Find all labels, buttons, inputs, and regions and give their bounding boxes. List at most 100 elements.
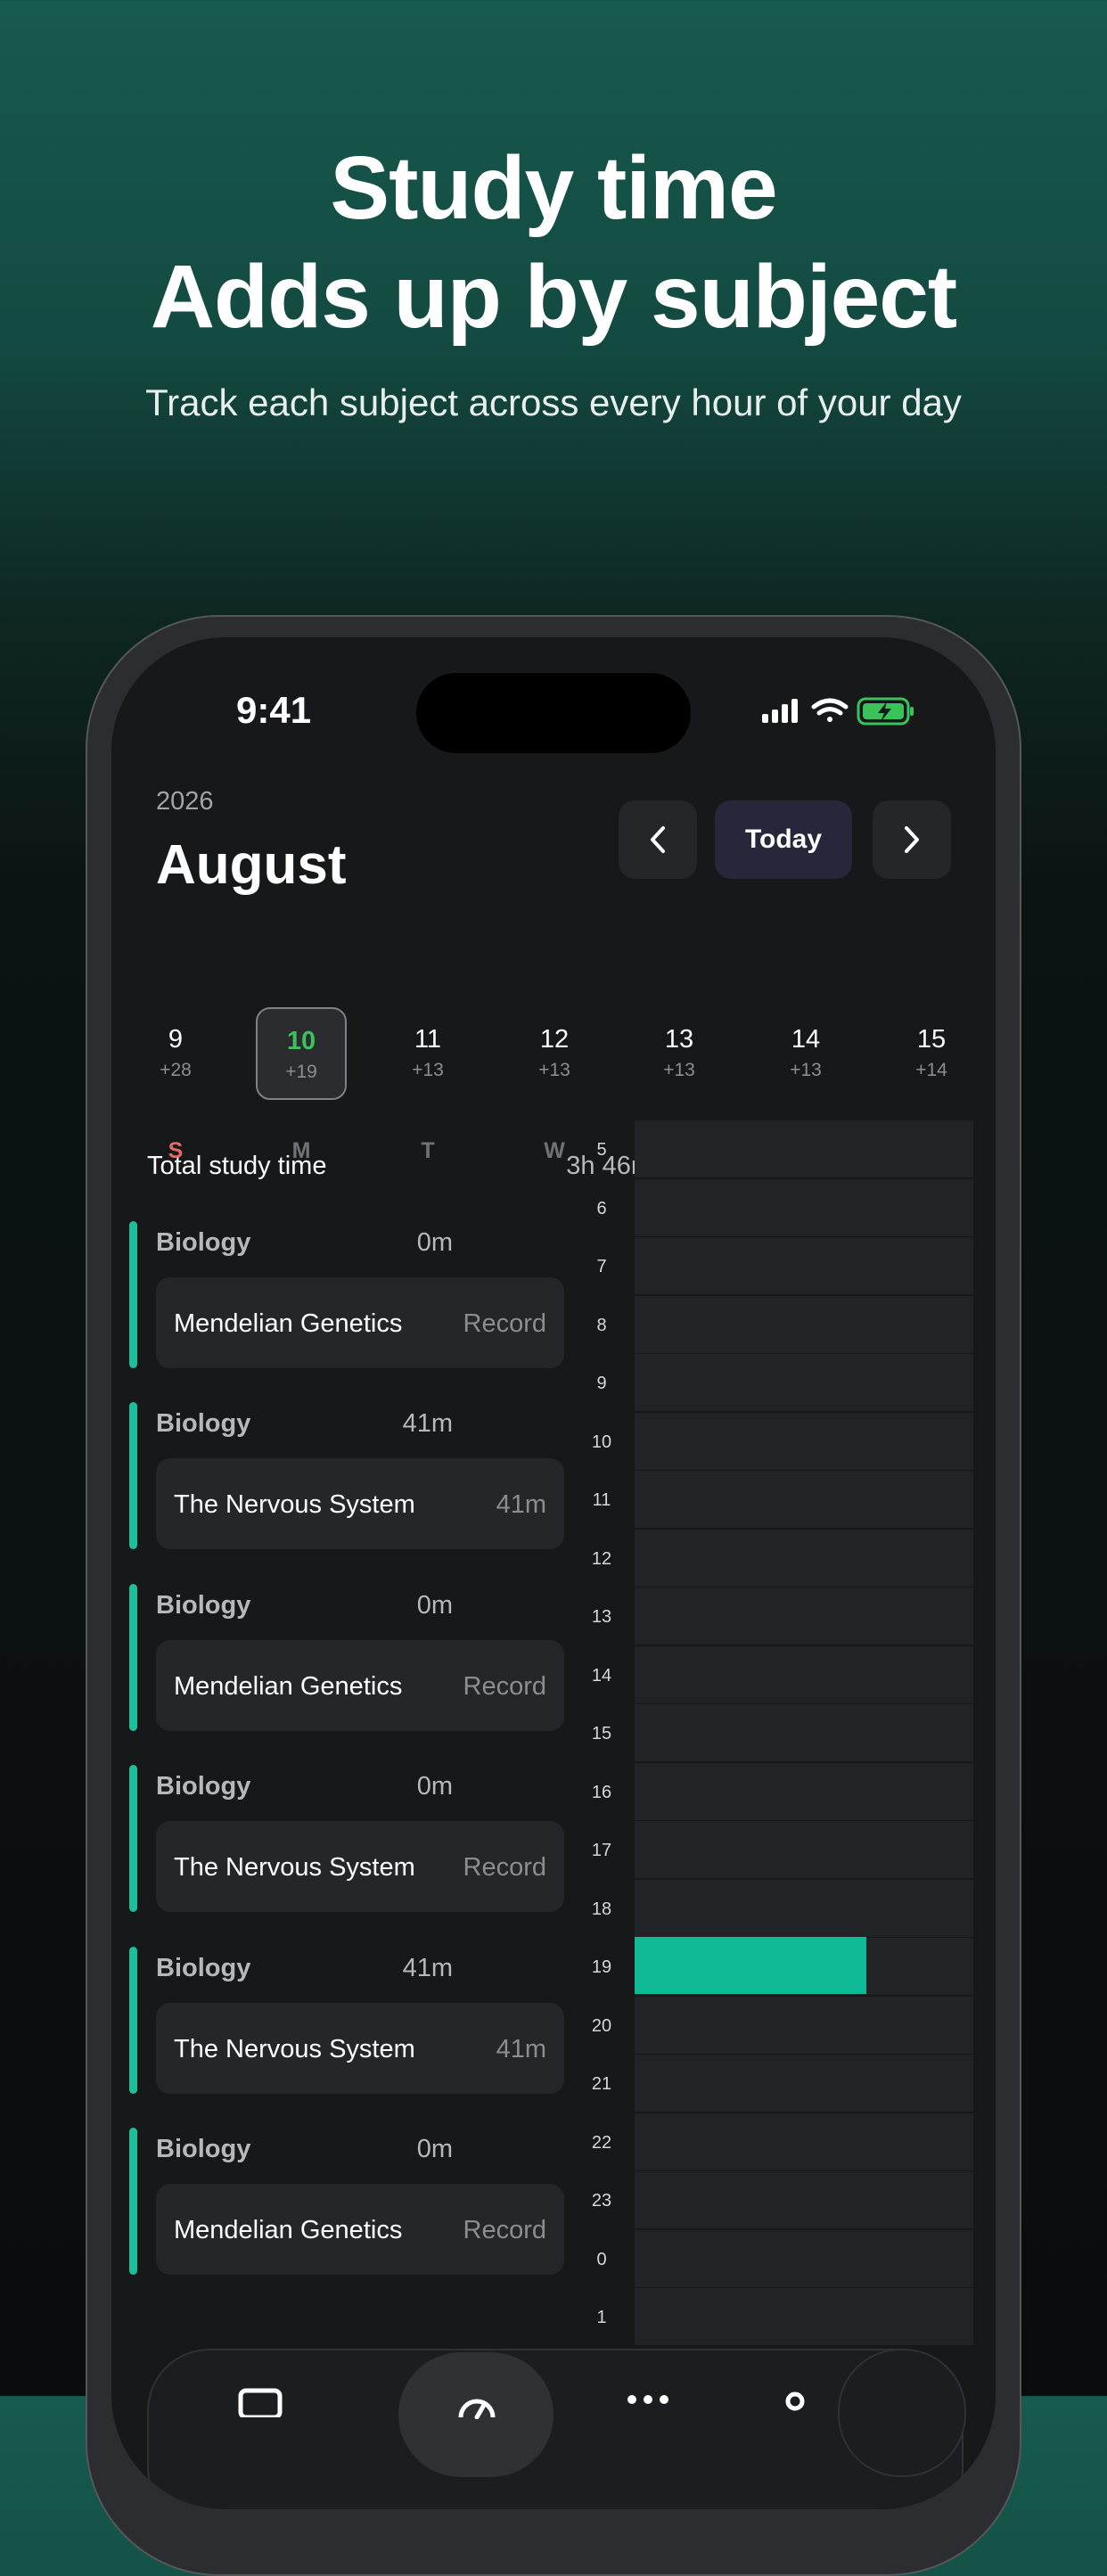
timeline-hour-row: 16 [584, 1762, 994, 1822]
date-count: +13 [538, 1060, 570, 1080]
hour-label: 1 [596, 2308, 607, 2327]
hero-title-line2: Adds up by subject [150, 247, 957, 347]
timeline-hour-row: 21 [584, 2055, 994, 2113]
date-count: +14 [915, 1060, 947, 1080]
hour-label: 19 [591, 1957, 612, 1977]
profile-icon[interactable] [768, 2382, 822, 2417]
timeline-hour-row: 20 [584, 1996, 994, 2055]
topic-name: Mendelian Genetics [174, 1672, 403, 1701]
chevron-right-icon [905, 826, 919, 853]
timeline-hour-row: 5 [584, 1120, 994, 1179]
hour-label: 21 [591, 2074, 612, 2094]
hero-title: Study time Adds up by subject [0, 134, 1107, 351]
hour-slot[interactable] [635, 1295, 973, 1354]
study-session-block[interactable] [635, 1937, 866, 1994]
hour-label: 18 [591, 1899, 612, 1919]
timer-icon [458, 2399, 496, 2419]
timeline-hour-row: 9 [584, 1354, 994, 1413]
subject-time: 41m [402, 1954, 453, 1982]
hour-slot[interactable] [635, 1645, 973, 1704]
subject-name: Biology [156, 1409, 251, 1438]
topic-time[interactable]: Record [463, 1853, 547, 1883]
subject-name: Biology [156, 1228, 251, 1257]
date-cell[interactable]: 11 +13 [382, 1007, 473, 1100]
hour-slot[interactable] [635, 2112, 973, 2171]
topic-name: The Nervous System [174, 2035, 415, 2063]
year-label: 2026 [156, 787, 214, 816]
hour-slot[interactable] [635, 2288, 973, 2346]
add-session-button[interactable] [838, 2349, 966, 2477]
topic-card[interactable]: The Nervous System Record [156, 1821, 564, 1912]
weekday-tue: T [421, 1138, 435, 1163]
topic-name: The Nervous System [174, 1490, 415, 1519]
list-item: Biology 0m Mendelian Genetics Record [111, 1221, 575, 1368]
hour-slot[interactable] [635, 1587, 973, 1645]
hour-label: 17 [591, 1841, 612, 1860]
weekday-row: S M T W T F S [111, 860, 996, 1163]
stats-icon[interactable] [621, 2382, 675, 2417]
date-cell[interactable]: 14 +13 [760, 1007, 851, 1100]
topic-card[interactable]: Mendelian Genetics Record [156, 2184, 564, 2275]
hour-label: 7 [596, 1257, 607, 1276]
hour-label: 15 [591, 1724, 612, 1743]
list-item: Biology 41m The Nervous System 41m [111, 1947, 575, 2094]
hero-title-line1: Study time [330, 138, 777, 238]
subject-name: Biology [156, 1591, 251, 1620]
hour-label: 20 [591, 2015, 612, 2036]
hour-slot[interactable] [635, 1704, 973, 1762]
date-cell-selected[interactable]: 10 +19 [256, 1007, 347, 1100]
wifi-icon [811, 698, 849, 722]
topic-time[interactable]: Record [463, 1309, 547, 1339]
date-cell[interactable]: 13 +13 [634, 1007, 725, 1100]
timeline-hour-row: 11 [584, 1471, 994, 1530]
date-cell[interactable]: 15 +14 [886, 1007, 977, 1100]
subject-time: 0m [416, 2135, 453, 2163]
topic-name: The Nervous System [174, 1853, 415, 1882]
date-count: +13 [663, 1060, 695, 1080]
subject-color-bar [129, 1221, 137, 1368]
hour-slot[interactable] [635, 2171, 973, 2229]
total-study-label: Total study time [147, 1152, 327, 1180]
calendar-icon[interactable] [234, 2382, 287, 2417]
date-number: 10 [286, 1027, 316, 1055]
timeline-hour-row: 1 [584, 2288, 994, 2347]
topic-time: 41m [496, 2035, 546, 2063]
subject-name: Biology [156, 1954, 251, 1982]
hour-slot[interactable] [635, 1354, 973, 1412]
topic-card[interactable]: The Nervous System 41m [156, 1458, 564, 1549]
date-count: +28 [160, 1060, 192, 1080]
topic-card[interactable]: Mendelian Genetics Record [156, 1640, 564, 1731]
hour-slot[interactable] [635, 2229, 973, 2288]
hour-slot[interactable] [635, 1120, 973, 1178]
timeline-hour-row: 7 [584, 1237, 994, 1296]
hour-slot[interactable] [635, 1996, 973, 2055]
hour-slot[interactable] [635, 1821, 973, 1879]
date-number: 15 [916, 1025, 947, 1054]
hour-slot[interactable] [635, 1471, 973, 1529]
timeline-hour-row: 10 [584, 1412, 994, 1472]
timeline-hour-row: 13 [584, 1587, 994, 1646]
hour-label: 13 [591, 1607, 612, 1627]
hour-slot[interactable] [635, 2055, 973, 2112]
topic-time[interactable]: Record [463, 2216, 547, 2245]
topic-time[interactable]: Record [463, 1672, 547, 1702]
date-cell[interactable]: 12 +13 [509, 1007, 600, 1100]
hour-label: 23 [591, 2191, 612, 2211]
hour-slot[interactable] [635, 1178, 973, 1237]
hour-slot[interactable] [635, 1237, 973, 1295]
hour-label: 6 [596, 1198, 607, 1218]
subject-time: 0m [416, 1772, 453, 1801]
topic-card[interactable]: The Nervous System 41m [156, 2003, 564, 2094]
tab-pill-active[interactable] [398, 2352, 554, 2477]
status-time: 9:41 [236, 689, 312, 731]
hour-slot[interactable] [635, 1879, 973, 1938]
date-cell[interactable]: 9 +28 [130, 1007, 221, 1100]
topic-card[interactable]: Mendelian Genetics Record [156, 1277, 564, 1368]
timeline-hour-row: 14 [584, 1645, 994, 1705]
hour-label: 5 [596, 1140, 607, 1160]
hour-slot[interactable] [635, 1529, 973, 1587]
hour-slot[interactable] [635, 1762, 973, 1821]
hour-slot[interactable] [635, 1412, 973, 1471]
subject-color-bar [129, 1765, 137, 1912]
subject-color-bar [129, 2128, 137, 2275]
